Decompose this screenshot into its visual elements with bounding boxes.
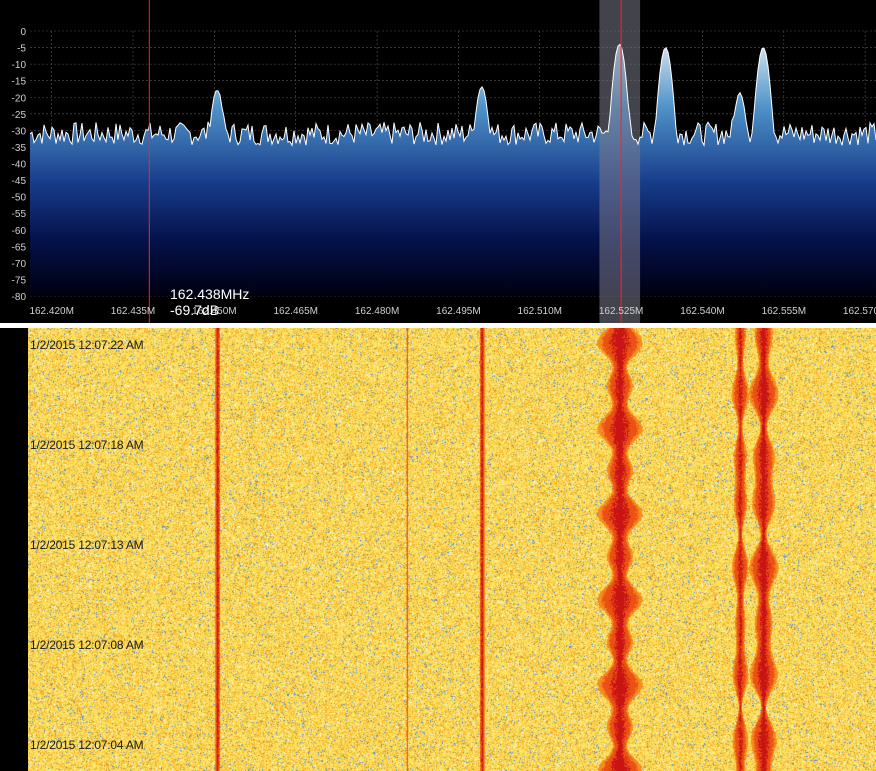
x-tick-label: 162.480M <box>355 306 399 317</box>
x-tick-label: 162.555M <box>762 306 806 317</box>
cursor-readout: 162.438MHz -69.7dB <box>170 286 249 318</box>
x-tick-label: 162.525M <box>599 306 643 317</box>
spectrum-display[interactable]: 0 -5 -10 -15 -20 -25 -30 -35 -40 -45 -50 -55 -60 -65 -… <box>0 0 876 323</box>
x-tick-label: 162.495M <box>436 306 480 317</box>
y-tick-label: -60 <box>12 226 27 237</box>
y-tick-label: -20 <box>12 93 27 104</box>
y-tick-label: -10 <box>12 60 27 71</box>
y-tick-label: 0 <box>20 27 26 38</box>
y-tick-label: -65 <box>12 242 27 253</box>
x-tick-label: 162.435M <box>111 306 155 317</box>
spectrum-fill <box>30 44 876 297</box>
y-tick-label: -70 <box>12 259 27 270</box>
spectrum-trace <box>29 43 876 147</box>
cursor-frequency: 162.438MHz <box>170 286 250 302</box>
cursor-level: -69.7dB <box>170 302 220 318</box>
x-tick-label: 162.465M <box>273 306 317 317</box>
waterfall-canvas[interactable] <box>28 328 876 771</box>
x-tick-label: 162.420M <box>29 306 73 317</box>
selection-band <box>599 0 641 323</box>
x-tick-label: 162.570M <box>843 306 876 317</box>
timestamp-label: 1/2/2015 12:07:13 AM <box>30 538 144 552</box>
y-tick-label: -50 <box>12 193 27 204</box>
y-tick-label: -15 <box>12 77 27 88</box>
timestamp-label: 1/2/2015 12:07:18 AM <box>30 438 144 452</box>
timestamp-label: 1/2/2015 12:07:22 AM <box>30 338 144 352</box>
y-tick-label: -80 <box>12 292 27 303</box>
y-tick-label: -30 <box>12 126 27 137</box>
waterfall-display[interactable]: 1/2/2015 12:07:22 AM 1/2/2015 12:07:18 A… <box>0 328 876 771</box>
y-tick-label: -35 <box>12 143 27 154</box>
x-tick-label: 162.540M <box>680 306 724 317</box>
y-tick-label: -75 <box>12 275 27 286</box>
timestamp-label: 1/2/2015 12:07:04 AM <box>30 738 144 752</box>
y-tick-label: -45 <box>12 176 27 187</box>
timestamp-label: 1/2/2015 12:07:08 AM <box>30 638 144 652</box>
spectrum-plot[interactable]: 0 -5 -10 -15 -20 -25 -30 -35 -40 -45 -50 -55 -60 -65 -… <box>0 0 876 323</box>
x-tick-label: 162.510M <box>518 306 562 317</box>
y-tick-label: -40 <box>12 160 27 171</box>
y-tick-label: -5 <box>17 44 26 55</box>
y-tick-label: -25 <box>12 110 27 121</box>
y-tick-label: -55 <box>12 209 27 220</box>
